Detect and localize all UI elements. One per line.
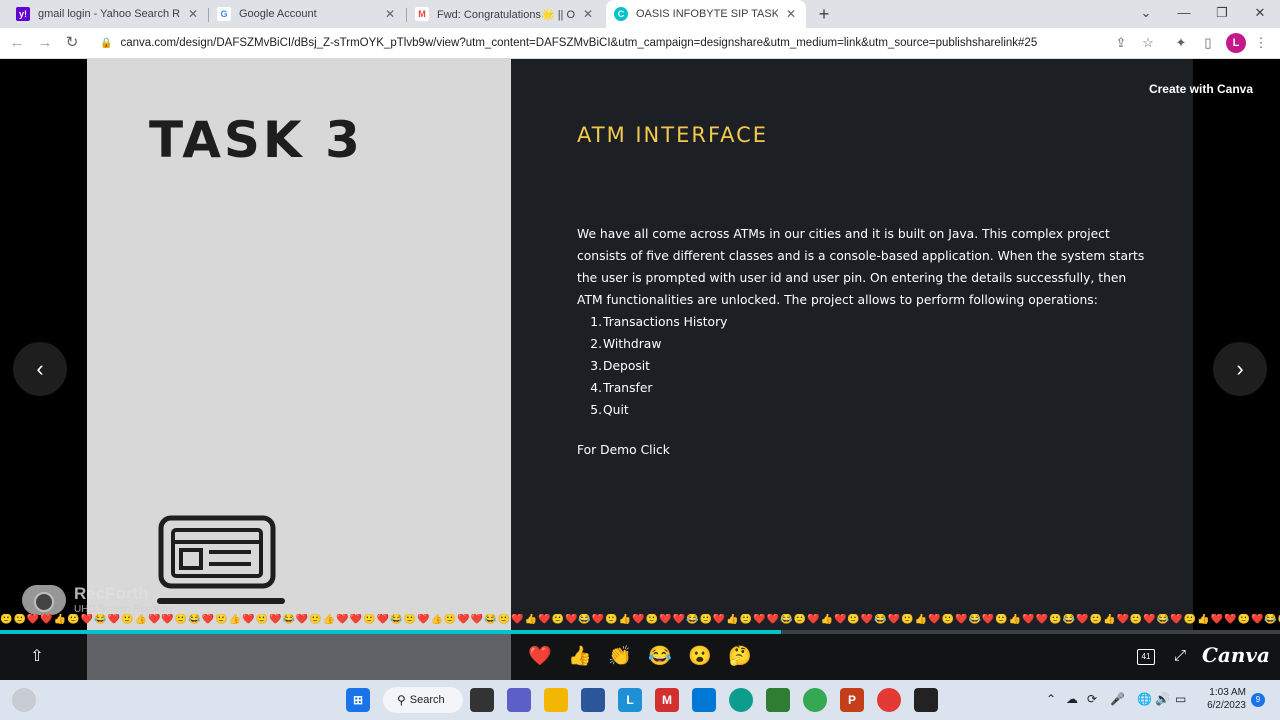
app-l-icon[interactable]: L [618,688,642,712]
sync-icon[interactable]: ⟳ [1087,692,1097,706]
taskbar-clock[interactable]: 1:03 AM 6/2/2023 [1196,686,1246,712]
search-label: Search [409,694,445,706]
tab-oasis-task-list[interactable]: C OASIS INFOBYTE SIP TASK LIST ✕ [606,0,806,28]
list-item: 3.Deposit [590,359,651,373]
thumbnail-strip [87,634,511,680]
side-panel-icon[interactable]: ▯ [1198,33,1218,53]
microphone-icon[interactable]: 🎤 [1110,692,1125,706]
recorder-icon[interactable] [877,688,901,712]
tab-title: Fwd: Congratulations🌟 || Offer [437,8,575,21]
lock-icon: 🔒 [100,37,113,49]
tab-title: Google Account [239,8,317,20]
forward-arrow-icon[interactable]: → [34,32,56,54]
google-icon: G [217,7,231,21]
share-page-icon[interactable]: ⇪ [1111,33,1131,53]
clap-reaction-icon[interactable]: 👏 [606,644,634,670]
slide-heading: ATM INTERFACE [577,123,769,147]
slide-left-panel: TASK 3 [87,59,511,632]
close-window-button[interactable]: ✕ [1241,0,1279,28]
slide-title: TASK 3 [149,111,363,169]
slide-body-text: We have all come across ATMs in our citi… [577,227,1145,307]
clock-date: 6/2/2023 [1207,700,1246,711]
share-icon[interactable]: ⇧ [26,646,48,668]
terminal-icon[interactable] [914,688,938,712]
notification-badge[interactable]: 9 [1251,693,1265,707]
edge-icon[interactable] [729,688,753,712]
volume-icon[interactable]: 🔊 [1155,692,1170,706]
page-count-badge[interactable]: 41 [1137,649,1155,665]
chevron-up-icon[interactable]: ⌃ [1046,692,1056,706]
surprised-reaction-icon[interactable]: 😮 [686,644,714,670]
demo-link[interactable]: For Demo Click [577,443,670,457]
url-text: canva.com/design/DAFSZMvBiCI/dBsj_Z-sTrm… [120,37,1038,49]
battery-icon[interactable]: ▭ [1175,692,1186,706]
tab-gmail-offer[interactable]: M Fwd: Congratulations🌟 || Offer ✕ [407,0,603,28]
close-icon[interactable]: ✕ [186,7,200,21]
fullscreen-icon[interactable]: ⤢ [1170,646,1190,666]
next-slide-button[interactable]: › [1213,342,1267,396]
new-tab-button[interactable]: + [814,4,834,24]
list-item: 5.Quit [590,403,629,417]
canva-icon: C [614,7,628,21]
tab-google-account[interactable]: G Google Account ✕ [209,0,405,28]
canva-logo[interactable]: Canva [1202,643,1270,667]
camera-icon [22,584,66,615]
task-view-icon[interactable] [470,688,494,712]
windows-start-icon[interactable]: ⊞ [346,688,370,712]
more-menu-icon[interactable]: ⋮ [1251,33,1271,53]
gmail-icon: M [415,7,429,21]
thumbs-up-reaction-icon[interactable]: 👍 [566,644,594,670]
close-icon[interactable]: ✕ [784,7,798,21]
store-icon[interactable] [581,688,605,712]
create-with-canva-button[interactable]: Create with Canva [1138,76,1264,102]
close-icon[interactable]: ✕ [383,7,397,21]
tab-title: gmail login - Yahoo Search Results [38,8,180,20]
teams-chat-icon[interactable] [507,688,531,712]
recorder-watermark: RecForth UHD Screen Recorder [22,584,174,615]
canva-viewer-bar: ⇧ ❤️ 👍 👏 😂 😮 🤔 41 ⤢ Canva [0,634,1280,680]
yahoo-icon: y! [16,7,30,21]
windows-taskbar: ⊞ ⚲ Search L M P ⌃ ☁ ⟳ 🎤 🌐 🔊 ▭ 1:03 AM 6… [0,680,1280,720]
browser-toolbar: ← → ↻ 🔒 canva.com/design/DAFSZMvBiCI/dBs… [0,28,1280,59]
heart-reaction-icon[interactable]: ❤️ [526,644,554,670]
tab-title: OASIS INFOBYTE SIP TASK LIST [636,8,778,20]
outlook-icon[interactable] [692,688,716,712]
extensions-puzzle-icon[interactable]: ✦ [1171,33,1191,53]
laugh-reaction-icon[interactable]: 😂 [646,644,674,670]
minimize-button[interactable]: — [1165,0,1203,28]
bookmark-star-icon[interactable]: ☆ [1138,33,1158,53]
browser-tab-strip: y! gmail login - Yahoo Search Results ✕ … [0,0,1280,28]
slide-right-panel: ATM INTERFACE We have all come across AT… [511,59,1193,632]
maximize-button[interactable]: ❐ [1203,0,1241,28]
clock-time: 1:03 AM [1209,687,1246,698]
mcafee-icon[interactable]: M [655,688,679,712]
widgets-icon[interactable] [12,688,36,712]
reload-icon[interactable]: ↻ [61,32,83,54]
taskbar-search[interactable]: ⚲ Search [383,687,463,713]
powerpoint-icon[interactable]: P [840,688,864,712]
laptop-icon [157,515,285,604]
operations-list: 1.Transactions History 2.Withdraw 3.Depo… [590,311,727,421]
list-item: 1.Transactions History [590,315,728,329]
globe-icon[interactable]: 🌐 [1137,692,1152,706]
chrome-icon[interactable] [803,688,827,712]
tab-yahoo-search[interactable]: y! gmail login - Yahoo Search Results ✕ [8,0,208,28]
address-bar[interactable]: 🔒 canva.com/design/DAFSZMvBiCI/dBsj_Z-sT… [92,31,1164,55]
search-icon: ⚲ [397,693,406,707]
tab-search-chevron-icon[interactable]: ⌄ [1127,0,1165,28]
previous-slide-button[interactable]: ‹ [13,342,67,396]
onedrive-icon[interactable]: ☁ [1066,692,1078,706]
close-icon[interactable]: ✕ [581,7,595,21]
reaction-bar: ❤️ 👍 👏 😂 😮 🤔 [526,644,754,670]
list-item: 4.Transfer [590,381,653,395]
list-item: 2.Withdraw [590,337,662,351]
back-arrow-icon[interactable]: ← [6,32,28,54]
presentation-stage: TASK 3 ATM INTERFACE We have all come ac… [0,59,1280,632]
notepad-icon[interactable] [766,688,790,712]
emoji-reaction-strip: 🙂🙂❤️❤️👍🙂❤️😂❤️🙂👍❤️❤️🙂😂❤️🙂👍❤️🙂❤️😂❤️🙂👍❤️❤️🙂… [0,614,1280,625]
file-explorer-icon[interactable] [544,688,568,712]
recorder-name: RecForth [74,584,149,603]
profile-avatar[interactable]: L [1226,33,1246,53]
thinking-reaction-icon[interactable]: 🤔 [726,644,754,670]
